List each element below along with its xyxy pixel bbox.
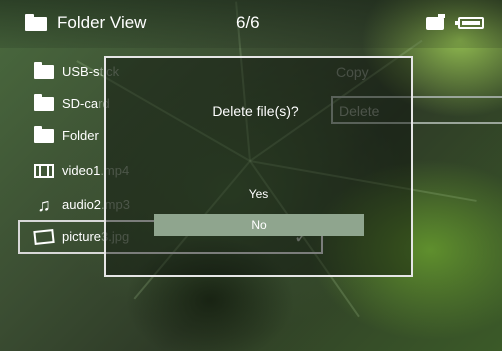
list-item-label: SD-card: [62, 96, 110, 111]
page-title: Folder View: [57, 13, 147, 32]
picture-icon: [33, 228, 55, 246]
film-icon: [34, 164, 54, 178]
yes-button[interactable]: Yes: [106, 187, 411, 201]
header-bar: Folder View 6/6: [0, 0, 502, 48]
folder-icon: [34, 126, 54, 143]
music-note-icon: ♫: [37, 195, 51, 215]
folder-icon: [34, 62, 54, 79]
sd-card-icon: [426, 14, 445, 30]
folder-icon: [34, 94, 54, 111]
folder-icon: [25, 14, 47, 31]
battery-icon: [455, 17, 484, 29]
confirm-dialog: Delete file(s)? Yes No: [104, 56, 413, 277]
dialog-title: Delete file(s)?: [212, 103, 299, 119]
list-item-label: Folder: [62, 128, 99, 143]
no-button[interactable]: No: [154, 214, 364, 236]
file-count: 6/6: [236, 13, 260, 32]
